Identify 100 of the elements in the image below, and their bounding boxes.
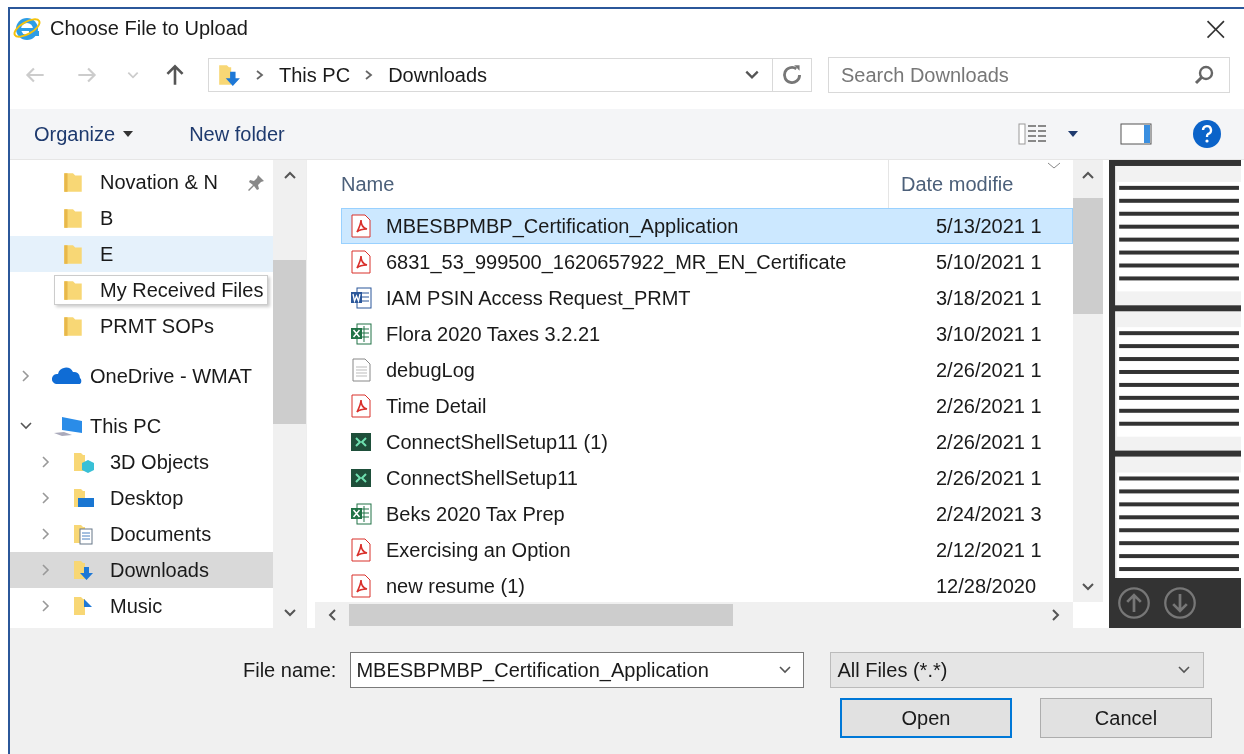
preview-pane-icon[interactable] [1120, 123, 1152, 145]
nav-item[interactable]: E [10, 236, 273, 272]
file-name: 6831_53_999500_1620657922_MR_EN_Certificate [386, 250, 848, 274]
scrollbar[interactable] [315, 602, 1073, 628]
pdf-file-icon [350, 394, 372, 418]
file-row[interactable]: Time Detail 2/26/2021 1 [341, 388, 1073, 424]
date-cell: 3/18/2021 1 [936, 286, 1042, 310]
file-row[interactable]: ConnectShellSetup11 2/26/2021 1 [341, 460, 1073, 496]
date-cell: 2/26/2021 1 [936, 430, 1042, 454]
file-type-dropdown[interactable]: All Files (*.*) [830, 652, 1205, 688]
close-button[interactable]: × [1193, 11, 1238, 45]
file-row[interactable]: ConnectShellSetup11 (1) 2/26/2021 1 [341, 424, 1073, 460]
chevron-right-icon[interactable] [40, 528, 52, 540]
nav-item[interactable]: PRMT SOPs [10, 308, 273, 344]
file-name: ConnectShellSetup11 [386, 466, 579, 490]
file-name: ConnectShellSetup11 (1) [386, 430, 609, 454]
nav-item[interactable]: Desktop [10, 480, 273, 516]
chevron-right-icon[interactable] [40, 564, 52, 576]
file-row[interactable]: 6831_53_999500_1620657922_MR_EN_Certificate 5/10/2021 1 [341, 244, 1073, 280]
cancel-button[interactable]: Cancel [1040, 698, 1212, 738]
chevron-right-icon[interactable] [40, 456, 52, 468]
nav-item[interactable]: Novation & N [10, 164, 273, 200]
window-title: Choose File to Upload [50, 16, 248, 40]
file-row[interactable]: Beks 2020 Tax Prep 2/24/2021 3 [341, 496, 1073, 532]
nav-item[interactable]: My Received Files [10, 272, 273, 308]
spreadsheet-file-icon [350, 502, 372, 526]
scroll-left-icon[interactable] [327, 608, 337, 622]
desktop-folder-icon [72, 486, 94, 510]
file-row[interactable]: debugLog 2/26/2021 1 [341, 352, 1073, 388]
chevron-right-icon[interactable] [40, 492, 52, 504]
word-file-icon [350, 286, 372, 310]
caret-icon[interactable] [1068, 131, 1078, 137]
chevron-down-icon[interactable] [20, 420, 32, 432]
new-folder-button[interactable]: New folder [187, 118, 287, 150]
app-file-icon [350, 466, 372, 490]
scroll-down-icon[interactable] [282, 608, 297, 618]
nav-item[interactable]: B [10, 200, 273, 236]
view-options-icon[interactable] [1018, 122, 1048, 146]
file-row[interactable]: MBESBPMBP_Certification_Application 5/13/2021 1 [341, 208, 1073, 244]
nav-item[interactable]: 3D Objects [10, 444, 273, 480]
search-field[interactable]: Search Downloads [828, 57, 1230, 93]
nav-item[interactable]: OneDrive - WMAT [10, 358, 273, 394]
scroll-up-icon[interactable] [282, 170, 297, 180]
folder-icon [62, 278, 84, 302]
organize-button[interactable]: Organize [32, 118, 136, 150]
address-bar[interactable]: This PC Downloads [208, 58, 812, 92]
app-file-icon [350, 430, 372, 454]
date-cell: 2/24/2021 3 [936, 502, 1042, 526]
folder-icon [62, 206, 84, 230]
scroll-down-icon[interactable] [1081, 582, 1095, 592]
nav-item[interactable]: This PC [10, 408, 273, 444]
nav-item[interactable]: Documents [10, 516, 273, 552]
file-row[interactable]: new resume (1) 12/28/2020 [341, 568, 1073, 602]
chevron-down-icon [1177, 665, 1192, 675]
column-header[interactable]: Date modifie [889, 160, 1014, 208]
3d-folder-icon [72, 450, 94, 474]
file-row[interactable]: Exercising an Option 2/12/2021 1 [341, 532, 1073, 568]
file-row[interactable]: IAM PSIN Access Request_PRMT 3/18/2021 1 [341, 280, 1073, 316]
chevron-right-icon[interactable] [20, 370, 32, 382]
file-name: Time Detail [386, 394, 488, 418]
file-name: Flora 2020 Taxes 3.2.21 [386, 322, 602, 346]
chevron-down-icon[interactable] [778, 665, 793, 675]
nav-item[interactable]: Music [10, 588, 273, 624]
date-cell: 2/26/2021 1 [936, 394, 1042, 418]
text-file-icon [350, 358, 372, 382]
date-cell: 3/10/2021 1 [936, 322, 1042, 346]
scrollbar[interactable] [273, 160, 306, 628]
breadcrumb-item[interactable]: Downloads [388, 63, 488, 87]
chevron-down-icon[interactable] [744, 69, 760, 81]
date-cell: 12/28/2020 [936, 574, 1037, 598]
date-cell: 5/13/2021 1 [936, 214, 1042, 238]
file-name: Exercising an Option [386, 538, 572, 562]
sort-chevron-icon [1047, 162, 1061, 170]
help-icon[interactable] [1192, 119, 1222, 149]
downloads-folder-icon [72, 558, 94, 582]
chevron-right-icon[interactable] [40, 600, 52, 612]
scroll-up-icon[interactable] [1081, 170, 1095, 180]
pin-icon [246, 173, 266, 193]
open-button[interactable]: Open [840, 698, 1012, 738]
file-name: debugLog [386, 358, 476, 382]
file-row[interactable]: Flora 2020 Taxes 3.2.21 3/10/2021 1 [341, 316, 1073, 352]
scrollbar[interactable] [1073, 160, 1103, 602]
computer-icon [52, 414, 84, 438]
search-icon [1192, 63, 1216, 87]
date-cell: 2/26/2021 1 [936, 466, 1042, 490]
breadcrumb-item[interactable]: This PC [279, 63, 351, 87]
date-cell: 5/10/2021 1 [936, 250, 1042, 274]
scroll-right-icon[interactable] [1051, 608, 1061, 622]
tooltip: My Received Files [54, 275, 269, 305]
file-name: new resume (1) [386, 574, 526, 598]
pdf-file-icon [350, 538, 372, 562]
breadcrumb-chevron-icon [364, 69, 375, 81]
pdf-file-icon [350, 214, 372, 238]
file-name-field[interactable]: MBESBPMBP_Certification_Application [350, 652, 805, 688]
nav-item[interactable]: Downloads [10, 552, 273, 588]
arrow-down-circle-icon[interactable] [1163, 586, 1197, 620]
date-cell: 2/12/2021 1 [936, 538, 1042, 562]
folder-icon [62, 170, 84, 194]
arrow-up-circle-icon[interactable] [1117, 586, 1151, 620]
breadcrumb-chevron-icon [255, 69, 265, 81]
